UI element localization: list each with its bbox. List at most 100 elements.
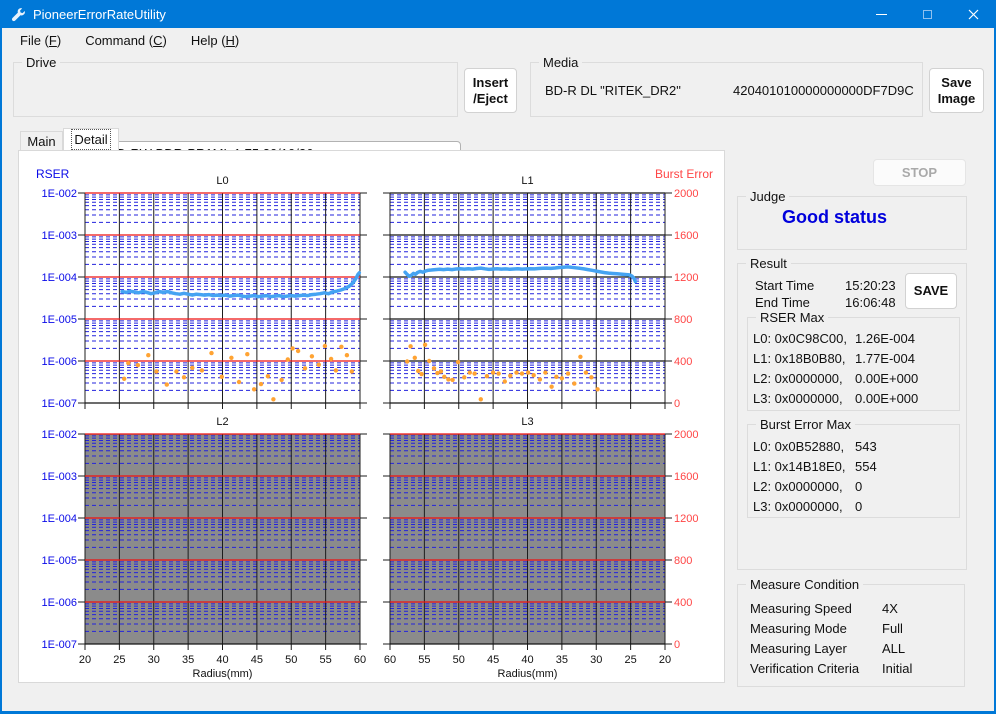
- close-icon: [968, 9, 979, 20]
- rser-tick-label: 1E-003: [42, 471, 77, 483]
- burst-error-dot: [126, 361, 130, 365]
- burst-tick-label: 800: [674, 314, 692, 326]
- result-group-label: Result: [746, 256, 791, 271]
- burst-error-dot: [303, 366, 307, 370]
- burst-error-dot: [526, 370, 530, 374]
- close-button[interactable]: [950, 0, 996, 28]
- tab-main[interactable]: Main: [20, 131, 63, 150]
- save-image-button[interactable]: SaveImage: [929, 68, 984, 113]
- burst-error-dot: [450, 378, 454, 382]
- x-tick-label: 30: [148, 654, 160, 666]
- rser-tick-label: 1E-002: [42, 429, 77, 441]
- burst-tick-label: 800: [674, 555, 692, 567]
- burst-error-dot: [538, 377, 542, 381]
- window-title: PioneerErrorRateUtility: [33, 7, 166, 22]
- x-axis-title: Radius(mm): [498, 668, 558, 680]
- burst-error-dot: [339, 345, 343, 349]
- tab-detail[interactable]: Detail: [63, 128, 119, 150]
- burst-axis-title: Burst Error: [655, 167, 713, 181]
- rser-max-row-l1: L1: 0x18B0B80,1.77E-004: [753, 351, 915, 366]
- burst-error-dot: [286, 357, 290, 361]
- burst-error-dot: [229, 356, 233, 360]
- x-tick-label: 25: [625, 654, 637, 666]
- start-time-value: 15:20:23: [845, 278, 896, 293]
- x-tick-label: 50: [453, 654, 465, 666]
- burst-error-dot: [245, 352, 249, 356]
- burst-error-dot: [589, 375, 593, 379]
- rser-axis-title: RSER: [36, 167, 70, 181]
- burst-error-dot: [334, 368, 338, 372]
- x-tick-label: 20: [79, 654, 91, 666]
- x-tick-label: 35: [182, 654, 194, 666]
- burst-error-dot: [310, 354, 314, 358]
- menu-file[interactable]: File (F): [10, 31, 71, 50]
- x-tick-label: 60: [384, 654, 396, 666]
- burst-error-dot: [485, 374, 489, 378]
- burst-error-dot: [350, 369, 354, 373]
- minimize-icon: [876, 14, 887, 15]
- burst-error-dot: [479, 397, 483, 401]
- burst-error-dot: [508, 374, 512, 378]
- burst-error-dot: [554, 375, 558, 379]
- rser-tick-label: 1E-006: [42, 356, 77, 368]
- wrench-icon[interactable]: [9, 6, 25, 22]
- burst-tick-label: 400: [674, 356, 692, 368]
- insert-eject-button[interactable]: Insert/Eject: [464, 68, 517, 113]
- charts-canvas: RSERBurst Error1E-00220001E-00316001E-00…: [18, 150, 725, 683]
- burst-error-dot: [323, 344, 327, 348]
- stop-button[interactable]: STOP: [873, 159, 966, 186]
- menu-command[interactable]: Command (C): [75, 31, 177, 50]
- burst-max-row-l2: L2: 0x0000000,0: [753, 479, 862, 494]
- judge-group-label: Judge: [746, 189, 789, 204]
- burst-error-dot: [279, 378, 283, 382]
- burst-error-dot: [543, 370, 547, 374]
- burst-error-dot: [442, 375, 446, 379]
- rser-tick-label: 1E-006: [42, 597, 77, 609]
- burst-tick-label: 1200: [674, 272, 698, 284]
- media-type: BD-R DL "RITEK_DR2": [545, 83, 681, 98]
- burst-error-dot: [220, 375, 224, 379]
- menu-bar: File (F) Command (C) Help (H): [2, 28, 994, 52]
- menu-help[interactable]: Help (H): [181, 31, 249, 50]
- maximize-button[interactable]: [904, 0, 950, 28]
- x-tick-label: 45: [487, 654, 499, 666]
- burst-error-dot: [174, 369, 178, 373]
- judge-status: Good status: [782, 207, 887, 228]
- media-group-label: Media: [539, 55, 582, 70]
- burst-error-dot: [290, 346, 294, 350]
- burst-error-dot: [549, 385, 553, 389]
- burst-max-label: Burst Error Max: [756, 417, 855, 432]
- burst-error-dot: [423, 343, 427, 347]
- burst-error-dot: [122, 377, 126, 381]
- burst-tick-label: 400: [674, 597, 692, 609]
- rser-tick-label: 1E-005: [42, 314, 77, 326]
- burst-error-dot: [496, 371, 500, 375]
- minimize-button[interactable]: [858, 0, 904, 28]
- rser-max-row-l0: L0: 0x0C98C00,1.26E-004: [753, 331, 915, 346]
- rser-max-row-l3: L3: 0x0000000,0.00E+000: [753, 391, 918, 406]
- drive-group: Drive PIONEER BD-RW BDR-PR1ML 1.75 20/10…: [13, 62, 458, 117]
- measure-condition-label: Measure Condition: [746, 577, 863, 592]
- burst-error-dot: [345, 353, 349, 357]
- measuring-layer-row: Measuring LayerALL: [750, 641, 905, 656]
- x-tick-label: 50: [285, 654, 297, 666]
- chart-l0-title: L0: [216, 175, 228, 187]
- burst-error-dot: [182, 375, 186, 379]
- x-tick-label: 25: [113, 654, 125, 666]
- app-window: PioneerErrorRateUtility File (F) Command…: [0, 0, 996, 714]
- burst-error-dot: [491, 370, 495, 374]
- save-button[interactable]: SAVE: [905, 273, 957, 309]
- burst-error-dot: [472, 371, 476, 375]
- burst-error-dot: [503, 379, 507, 383]
- media-serial: 420401010000000000DF7D9C: [733, 83, 914, 98]
- x-tick-label: 35: [556, 654, 568, 666]
- burst-error-dot: [595, 387, 599, 391]
- rser-tick-label: 1E-005: [42, 555, 77, 567]
- burst-error-dot: [154, 369, 158, 373]
- chart-l3-title: L3: [521, 416, 533, 428]
- burst-tick-label: 0: [674, 398, 680, 410]
- burst-error-dot: [439, 369, 443, 373]
- burst-error-dot: [252, 387, 256, 391]
- x-tick-label: 20: [659, 654, 671, 666]
- burst-tick-label: 1200: [674, 513, 698, 525]
